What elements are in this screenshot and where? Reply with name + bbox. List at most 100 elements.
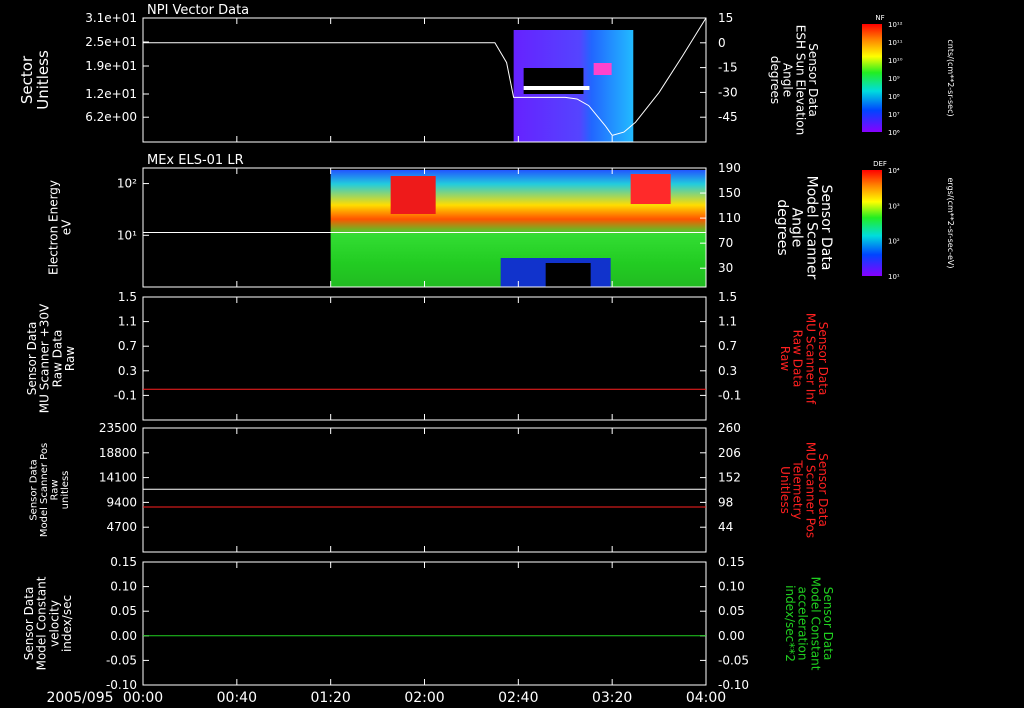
y2-axis-label: Sensor DataModel Constantaccelerationind… [783,577,835,671]
y-tick-label: 4700 [106,520,137,534]
time-tick-label: 04:00 [686,690,726,706]
time-tick-label: 01:20 [310,690,350,706]
y-tick-label: 9400 [106,495,137,509]
y-axis-label-line: Unitless [34,50,52,110]
y2-axis-label: Sensor DataMU Scanner PosTelemetryUnitle… [778,442,830,538]
colorbar-tick-label: 10⁷ [888,111,900,119]
y-axis-label: Sensor DataModel Scanner PosRawunitless [28,443,71,537]
y2-tick-label: 0.00 [718,629,745,643]
y2-tick-label: 0.10 [718,580,745,594]
panel-title: NPI Vector Data [147,3,249,18]
colorbar-unit-label: cnts/(cm**2-sr-sec) [946,39,955,116]
time-tick-label: 03:20 [592,690,632,706]
colorbar-tick-label: 10³ [888,202,900,210]
y2-axis-label: Sensor DataModel ScannerAngledegrees [774,176,834,280]
y2-tick-label: 30 [718,261,733,275]
y-tick-label: 0.10 [110,580,137,594]
els-hot-region [630,174,671,204]
y2-axis-label-line: Sensor Data [818,185,834,271]
colorbar-label: NF [875,14,884,22]
y-tick-label: 2.5e+01 [85,35,137,49]
y2-tick-label: 0.05 [718,604,745,618]
y2-tick-label: -30 [718,85,738,99]
y-axis-label-line: Sensor Data [28,459,39,520]
y-tick-label: 1.9e+01 [85,59,137,73]
y-axis-label-line: unitless [60,471,71,510]
npi-data-gap [523,68,584,94]
y-axis-label-line: eV [59,219,73,235]
y2-tick-label: 260 [718,421,741,435]
colorbar-tick-label: 10⁹ [888,75,900,83]
y2-axis-label-line: Unitless [778,466,792,514]
y-tick-label: 0.7 [118,339,137,353]
time-tick-label: 00:00 [123,690,163,706]
y2-axis-label: Sensor DataMU Scanner InfRaw DataRaw [778,313,830,405]
y2-tick-label: 0 [718,36,726,50]
y2-tick-label: 150 [718,186,741,200]
y-tick-label: 10¹ [117,228,137,242]
time-tick-label: 02:40 [498,690,538,706]
y-tick-label: -0.1 [114,388,137,402]
els-gap-region [545,263,591,287]
y-tick-label: 14100 [99,471,137,485]
colorbar-label: DEF [873,160,887,168]
colorbar [862,24,882,132]
panel-frame [142,296,707,421]
y-tick-label: 23500 [99,421,137,435]
y2-tick-label: 190 [718,161,741,175]
els-hot-region [390,176,436,214]
y2-tick-label: -45 [718,110,738,124]
y2-tick-label: 44 [718,520,733,534]
y2-tick-label: 15 [718,11,733,25]
npi-magenta-patch [593,63,612,75]
y2-tick-label: 70 [718,236,733,250]
y2-tick-label: 206 [718,446,741,460]
panel-title: MEx ELS-01 LR [147,153,244,168]
panel-frame [142,561,707,686]
y2-tick-label: 1.1 [718,315,737,329]
y-axis-label: Electron EnergyeV [47,180,74,275]
y2-axis-label-line: degrees [774,199,790,255]
y-tick-label: 6.2e+00 [85,110,137,124]
figure: NPI Vector Data 3.1e+01 2.5e+01 1.9e+01 1.2e… [18,3,955,706]
y-tick-label: 0.15 [110,555,137,569]
y-tick-label: 10² [117,177,137,191]
y2-axis-label-line: Raw [778,346,792,371]
y2-tick-label: -15 [718,61,738,75]
y2-axis-label: Sensor DataESH Sun ElevationAngledegrees [768,25,820,135]
y-axis-label-line: Model Scanner Pos [39,443,50,537]
time-tick-label: 00:40 [217,690,257,706]
y2-axis-label-line: Angle [789,208,805,248]
y2-tick-label: 98 [718,495,733,509]
y2-tick-label: 152 [718,471,741,485]
y-tick-label: 0.3 [118,364,137,378]
panel-frame [142,427,707,553]
y-axis-label: Sensor DataModel Constantvelocityindex/s… [22,576,74,670]
y-axis-label: Sensor DataMU Scanner +30VRaw DataRaw [25,303,77,413]
y2-tick-label: -0.05 [718,653,749,667]
y-axis-label-line: index/sec [60,595,74,652]
y-axis-label-line: Raw [49,479,60,500]
y2-axis-label-line: degrees [768,56,782,104]
colorbar [862,170,882,276]
colorbar-tick-label: 10² [888,238,900,246]
colorbar-tick-label: 10⁴ [888,167,900,175]
y-tick-label: 1.1 [118,315,137,329]
y2-tick-label: -0.1 [718,388,741,402]
y2-axis-label-line: index/sec**2 [783,585,797,662]
y2-tick-label: 1.5 [718,290,737,304]
colorbar-tick-label: 10¹² [888,21,903,29]
y2-tick-label: 0.15 [718,555,745,569]
colorbar-tick-label: 10⁶ [888,129,900,137]
time-tick-label: 02:00 [404,690,444,706]
colorbar-tick-label: 10¹ [888,273,900,281]
colorbar-tick-label: 10⁸ [888,93,900,101]
colorbar-tick-label: 10¹⁰ [888,57,903,65]
date-label: 2005/095 [46,690,113,706]
y2-tick-label: 0.7 [718,339,737,353]
y2-axis-label-line: Model Scanner [803,176,819,280]
y-tick-label: 1.5 [118,290,137,304]
y-tick-label: 3.1e+01 [85,11,137,25]
colorbar-tick-label: 10¹¹ [888,39,903,47]
y-axis-label: SectorUnitless [18,50,52,110]
